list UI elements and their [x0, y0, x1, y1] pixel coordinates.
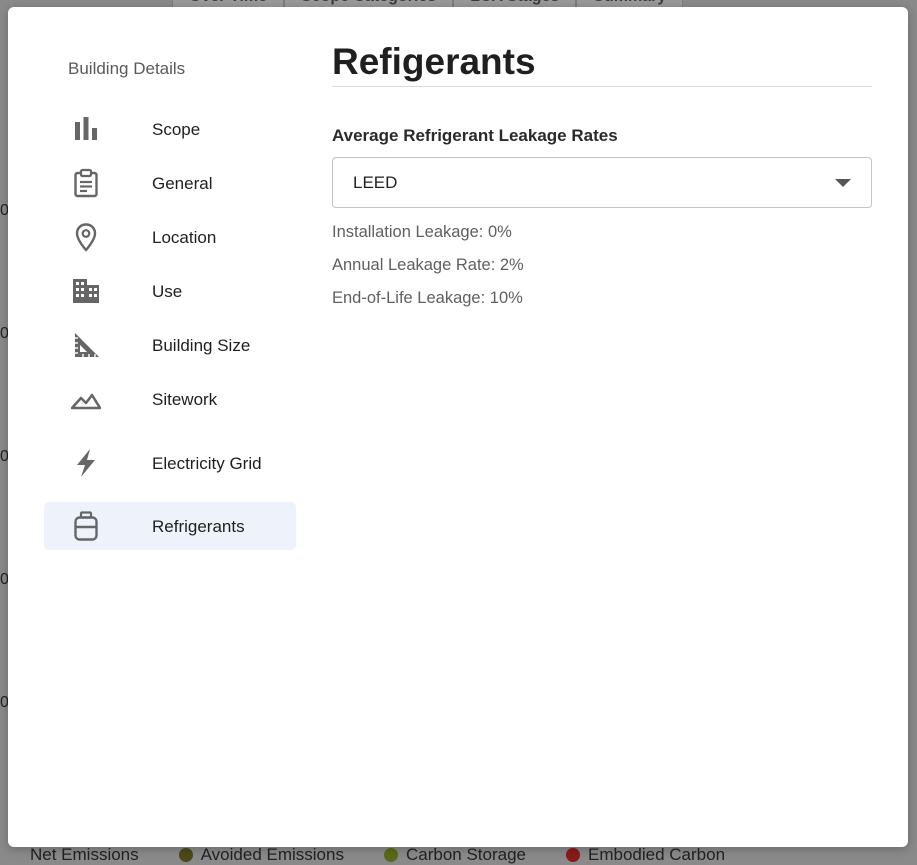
legend-swatch — [566, 848, 580, 862]
sidebar-item-location[interactable]: Location — [44, 213, 296, 261]
sidebar-item-label: Scope — [152, 119, 201, 139]
sidebar-item-label: Use — [152, 281, 183, 301]
installation-leakage-text: Installation Leakage: 0% — [332, 223, 512, 241]
sidebar-item-label: Building Size — [152, 335, 251, 355]
location-pin-icon — [70, 221, 102, 253]
building-icon — [70, 275, 102, 307]
legend-item: Avoided Emissions — [178, 845, 344, 865]
sidebar-item-label: General — [152, 173, 213, 193]
background-legend: Net Emissions Avoided Emissions Carbon S… — [30, 845, 725, 865]
sidebar-item-electricity-grid[interactable]: Electricity Grid — [44, 432, 296, 494]
lightning-icon — [70, 447, 102, 479]
legend-label: Avoided Emissions — [200, 845, 344, 864]
sidebar-item-label: Location — [152, 227, 217, 247]
legend-swatch — [178, 848, 193, 862]
legend-swatch — [383, 848, 398, 862]
ruler-triangle-icon — [70, 329, 102, 361]
legend-label: Carbon Storage — [405, 845, 526, 864]
terrain-icon — [70, 383, 102, 415]
leakage-rates-label: Average Refrigerant Leakage Rates — [332, 126, 618, 145]
sidebar-item-use[interactable]: Use — [44, 267, 296, 315]
sidebar-item-sitework[interactable]: Sitework — [44, 375, 296, 423]
sidebar-item-label: Refrigerants — [152, 516, 245, 536]
page-title: Refigerants — [332, 41, 536, 82]
sidebar-item-scope[interactable]: Scope — [44, 105, 296, 153]
annual-leakage-text: Annual Leakage Rate: 2% — [332, 256, 524, 274]
caret-down-icon — [835, 179, 851, 187]
building-details-modal: Building Details Scope General Location … — [8, 7, 908, 847]
sidebar-item-refrigerants[interactable]: Refrigerants — [44, 502, 296, 550]
sidebar-item-general[interactable]: General — [44, 159, 296, 207]
gas-cylinder-icon — [70, 510, 102, 542]
sidebar-item-label: Sitework — [152, 389, 218, 409]
sidebar-item-building-size[interactable]: Building Size — [44, 321, 296, 369]
sidebar-item-label: Electricity Grid — [152, 453, 262, 473]
legend-label: Net Emissions — [30, 845, 139, 864]
legend-item: Embodied Carbon — [566, 845, 725, 865]
clipboard-icon — [70, 167, 102, 199]
legend-item: Net Emissions — [30, 845, 139, 865]
legend-label: Embodied Carbon — [588, 845, 726, 864]
select-value: LEED — [353, 172, 398, 192]
legend-item: Carbon Storage — [383, 845, 526, 865]
sidebar-title: Building Details — [68, 59, 186, 78]
end-of-life-leakage-text: End-of-Life Leakage: 10% — [332, 289, 523, 307]
title-divider — [332, 86, 872, 87]
bar-chart-icon — [70, 113, 102, 145]
leakage-rates-select[interactable]: LEED — [332, 157, 872, 208]
